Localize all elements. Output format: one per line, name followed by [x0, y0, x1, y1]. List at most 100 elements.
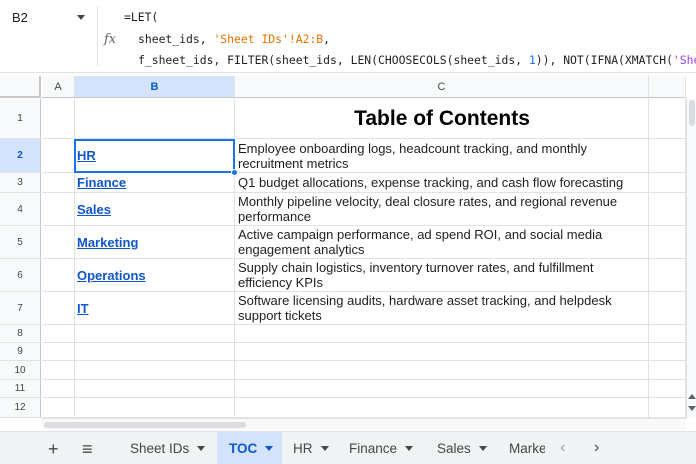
plus-icon[interactable]: +	[48, 439, 59, 460]
cell-a6[interactable]	[42, 259, 75, 292]
tab-finance[interactable]: Finance	[337, 432, 425, 464]
formula-text: sheet_ids,	[138, 32, 214, 46]
cell-a7[interactable]	[42, 292, 75, 325]
vertical-scroll-thumb[interactable]	[689, 100, 695, 126]
cell-d5[interactable]	[649, 226, 686, 259]
tab-sales[interactable]: Sales	[425, 432, 497, 464]
cell-c6[interactable]: Supply chain logistics, inventory turnov…	[235, 259, 649, 292]
cell-d8[interactable]	[649, 325, 686, 343]
cell-c2[interactable]: Employee onboarding logs, headcount trac…	[235, 139, 649, 173]
row-header-8[interactable]: 8	[0, 325, 41, 343]
column-header-b[interactable]: B	[75, 76, 235, 98]
row-header-5[interactable]: 5	[0, 226, 41, 259]
cell-c8[interactable]	[235, 325, 649, 343]
cell-b3[interactable]: Finance	[75, 173, 235, 193]
cell-a3[interactable]	[42, 173, 75, 193]
cell-b1[interactable]	[75, 99, 235, 139]
cell-d9[interactable]	[649, 343, 686, 361]
cell-c5[interactable]: Active campaign performance, ad spend RO…	[235, 226, 649, 259]
cell-b2[interactable]: HR	[75, 139, 235, 173]
row-header-6[interactable]: 6	[0, 259, 41, 292]
toc-link-hr[interactable]: HR	[77, 148, 96, 163]
row-header-2[interactable]: 2	[0, 139, 41, 173]
cell-b12[interactable]	[75, 398, 235, 418]
row-header-10[interactable]: 10	[0, 361, 41, 380]
toc-link-operations[interactable]: Operations	[77, 268, 146, 283]
cell-d10[interactable]	[649, 361, 686, 380]
scroll-down-icon[interactable]	[688, 406, 696, 411]
cell-a10[interactable]	[42, 361, 75, 380]
cell-a4[interactable]	[42, 193, 75, 226]
horizontal-scroll-thumb[interactable]	[44, 422, 246, 428]
scroll-up-icon[interactable]	[688, 394, 696, 399]
chevron-down-icon[interactable]	[320, 446, 329, 451]
cell-b11[interactable]	[75, 380, 235, 398]
cell-c3[interactable]: Q1 budget allocations, expense tracking,…	[235, 173, 649, 193]
cell-b4[interactable]: Sales	[75, 193, 235, 226]
toc-link-marketing[interactable]: Marketing	[77, 235, 138, 250]
cell-a9[interactable]	[42, 343, 75, 361]
row-header-4[interactable]: 4	[0, 193, 41, 226]
horizontal-scrollbar[interactable]	[42, 418, 686, 430]
cell-a1[interactable]	[42, 99, 75, 139]
fill-handle[interactable]	[231, 169, 238, 176]
cell-d2[interactable]	[649, 139, 686, 173]
toc-link-finance[interactable]: Finance	[77, 175, 126, 190]
tab-hr[interactable]: HR	[281, 432, 339, 464]
cell-c12[interactable]	[235, 398, 649, 418]
name-box[interactable]: B2	[0, 0, 96, 34]
cell-b9[interactable]	[75, 343, 235, 361]
chevron-down-icon[interactable]	[197, 446, 206, 451]
row-header-9[interactable]: 9	[0, 343, 41, 361]
column-header-d[interactable]	[649, 76, 686, 98]
cell-a12[interactable]	[42, 398, 75, 418]
chevron-right-icon[interactable]: ›	[594, 439, 599, 457]
cell-c7[interactable]: Software licensing audits, hardware asse…	[235, 292, 649, 325]
cell-b6[interactable]: Operations	[75, 259, 235, 292]
cell-a2[interactable]	[42, 139, 75, 173]
tab-marketing[interactable]: Marke	[497, 432, 545, 464]
select-all-corner[interactable]	[0, 76, 41, 98]
cell-d4[interactable]	[649, 193, 686, 226]
cell-d3[interactable]	[649, 173, 686, 193]
row-header-12[interactable]: 12	[0, 398, 41, 418]
cell-c4[interactable]: Monthly pipeline velocity, deal closure …	[235, 193, 649, 226]
cell-c9[interactable]	[235, 343, 649, 361]
formula-text: )), NOT(IFNA(XMATCH(	[535, 53, 673, 67]
toc-link-sales[interactable]: Sales	[77, 202, 111, 217]
formula-text: =LET(	[124, 10, 159, 24]
cell-b5[interactable]: Marketing	[75, 226, 235, 259]
column-header-a[interactable]: A	[42, 76, 75, 98]
chevron-down-icon[interactable]	[405, 446, 414, 451]
chevron-left-icon[interactable]: ‹	[560, 439, 565, 457]
cell-a5[interactable]	[42, 226, 75, 259]
cell-d11[interactable]	[649, 380, 686, 398]
menu-icon[interactable]: ≡	[82, 439, 93, 460]
chevron-down-icon[interactable]	[478, 446, 487, 451]
column-header-c[interactable]: C	[235, 76, 649, 98]
cell-b7[interactable]: IT	[75, 292, 235, 325]
vertical-scrollbar[interactable]	[686, 98, 696, 418]
cell-d1[interactable]	[649, 99, 686, 139]
cell-c10[interactable]	[235, 361, 649, 380]
formula-string: 'Sheet IDs'!A2:B	[213, 32, 324, 46]
cell-d12[interactable]	[649, 398, 686, 418]
chevron-down-icon[interactable]	[77, 15, 85, 20]
cell-a8[interactable]	[42, 325, 75, 343]
cell-b8[interactable]	[75, 325, 235, 343]
toc-link-it[interactable]: IT	[77, 301, 89, 316]
row-header-3[interactable]: 3	[0, 173, 41, 193]
cell-d6[interactable]	[649, 259, 686, 292]
row-header-7[interactable]: 7	[0, 292, 41, 325]
page-title: Table of Contents	[354, 107, 530, 130]
cell-a11[interactable]	[42, 380, 75, 398]
row-header-11[interactable]: 11	[0, 380, 41, 398]
cell-d7[interactable]	[649, 292, 686, 325]
chevron-down-icon[interactable]	[265, 446, 274, 451]
tab-sheet-ids[interactable]: Sheet IDs	[118, 432, 216, 464]
cell-c11[interactable]	[235, 380, 649, 398]
tab-label: Marke	[509, 441, 545, 456]
tab-toc[interactable]: TOC	[217, 432, 282, 464]
cell-b10[interactable]	[75, 361, 235, 380]
row-header-1[interactable]: 1	[0, 99, 41, 139]
